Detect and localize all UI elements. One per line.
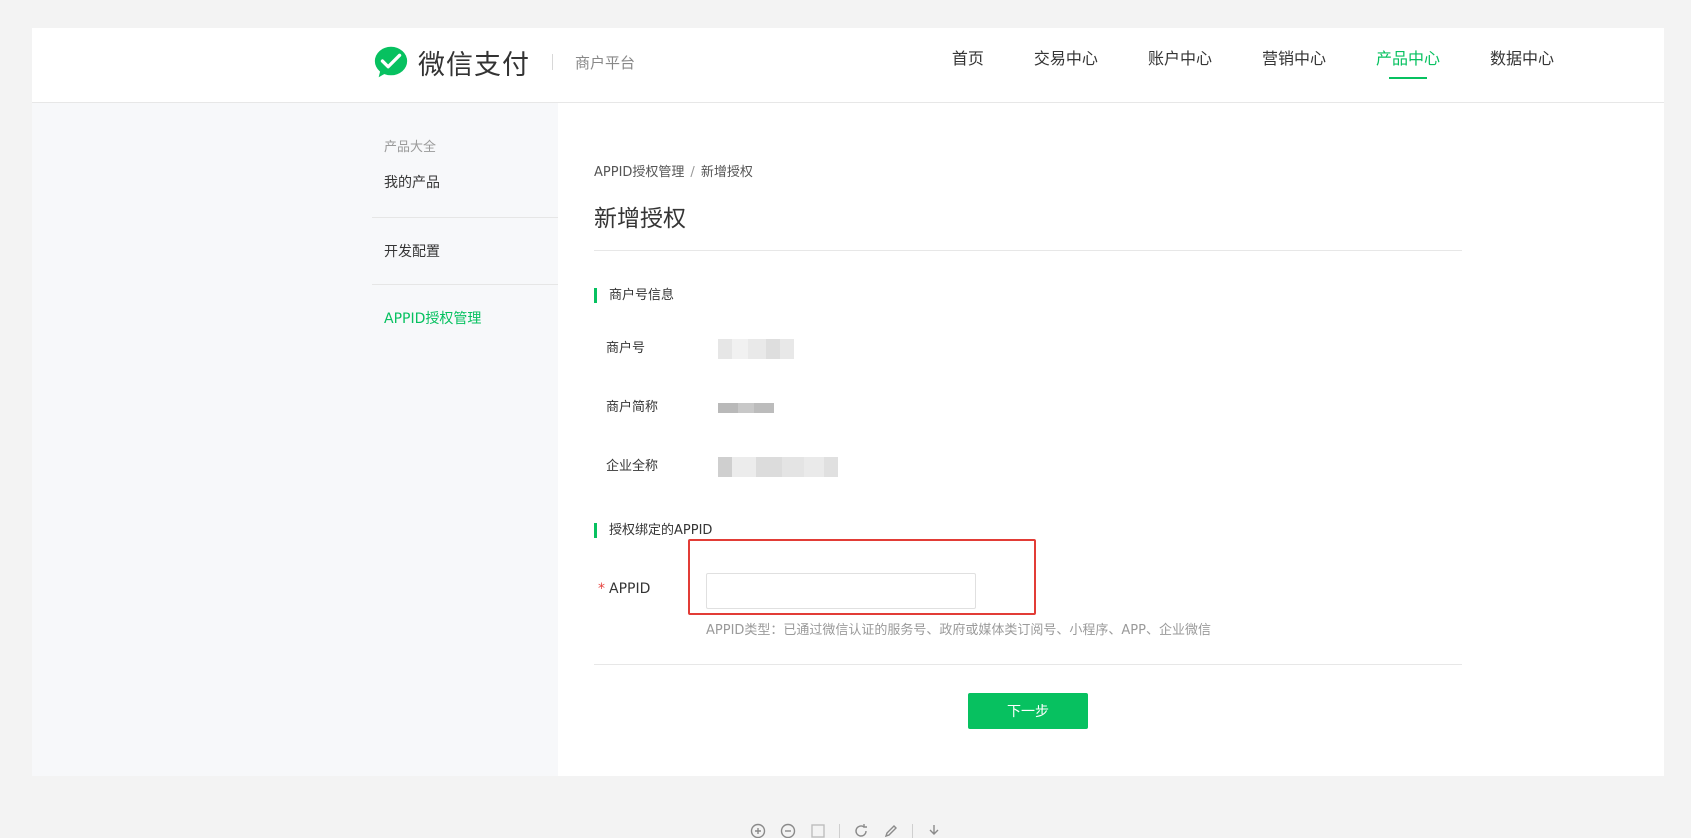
viewer-toolbar	[0, 822, 1691, 838]
toolbar-divider	[911, 824, 913, 838]
edit-icon[interactable]	[882, 822, 900, 838]
sidebar: 产品大全 我的产品 开发配置 APPID授权管理	[372, 103, 558, 331]
appid-label-text: APPID	[609, 581, 651, 597]
fit-icon[interactable]	[809, 822, 827, 838]
appid-label: * APPID	[598, 581, 650, 597]
page-title: 新增授权	[594, 206, 686, 232]
nav-data-center[interactable]: 数据中心	[1490, 28, 1554, 103]
app-frame: 微信支付 商户平台 首页 交易中心 账户中心 营销中心 产品中心 数据中心 产品…	[32, 28, 1664, 776]
appid-section-title: 授权绑定的APPID	[594, 523, 712, 538]
brand-logo[interactable]: 微信支付 商户平台	[372, 42, 635, 82]
main-nav: 首页 交易中心 账户中心 营销中心 产品中心 数据中心	[902, 28, 1554, 103]
rotate-icon[interactable]	[852, 822, 870, 838]
sidebar-item-appid-auth[interactable]: APPID授权管理	[372, 307, 558, 331]
appid-row: * APPID	[594, 573, 1462, 609]
merchant-id-row: 商户号	[606, 339, 794, 359]
platform-subtitle: 商户平台	[575, 53, 636, 72]
nav-product-center[interactable]: 产品中心	[1376, 28, 1440, 103]
sidebar-item-dev-config[interactable]: 开发配置	[372, 240, 558, 264]
sidebar-item-my-products[interactable]: 我的产品	[372, 171, 558, 195]
main-content: APPID授权管理 / 新增授权 新增授权 商户号信息 商户号 商户简称 企业全…	[558, 103, 1664, 776]
divider	[594, 250, 1462, 251]
download-icon[interactable]	[925, 822, 943, 838]
nav-account-center[interactable]: 账户中心	[1148, 28, 1212, 103]
nav-trade-center[interactable]: 交易中心	[1034, 28, 1098, 103]
zoom-out-icon[interactable]	[779, 822, 797, 838]
sidebar-group-products: 产品大全 我的产品	[372, 103, 558, 218]
appid-input[interactable]	[706, 573, 976, 609]
sidebar-group-dev: 开发配置	[372, 218, 558, 285]
required-mark: *	[598, 581, 605, 597]
wechat-pay-logo-icon	[374, 46, 408, 78]
toolbar-divider	[838, 824, 840, 838]
brand-divider	[552, 54, 553, 70]
merchant-short-name-row: 商户简称	[606, 398, 774, 418]
sidebar-group-title: 产品大全	[384, 140, 437, 155]
appid-help-text: APPID类型：已通过微信认证的服务号、政府或媒体类订阅号、小程序、APP、企业…	[706, 623, 1211, 638]
breadcrumb-separator: /	[690, 165, 695, 180]
next-button[interactable]: 下一步	[968, 693, 1088, 729]
nav-home[interactable]: 首页	[952, 28, 984, 103]
breadcrumb-current: 新增授权	[700, 165, 753, 180]
merchant-short-name-label: 商户简称	[606, 400, 659, 415]
divider	[594, 664, 1462, 665]
breadcrumb: APPID授权管理 / 新增授权	[594, 161, 753, 180]
zoom-in-icon[interactable]	[749, 822, 767, 838]
top-header: 微信支付 商户平台 首页 交易中心 账户中心 营销中心 产品中心 数据中心	[32, 28, 1664, 103]
merchant-info-section-title: 商户号信息	[594, 288, 674, 303]
merchant-id-label: 商户号	[606, 341, 646, 356]
company-full-name-label: 企业全称	[606, 459, 659, 474]
brand-name: 微信支付	[418, 49, 530, 81]
breadcrumb-parent[interactable]: APPID授权管理	[594, 165, 684, 180]
sidebar-group-appid: APPID授权管理	[372, 285, 558, 331]
nav-marketing-center[interactable]: 营销中心	[1262, 28, 1326, 103]
company-full-name-row: 企业全称	[606, 457, 838, 477]
